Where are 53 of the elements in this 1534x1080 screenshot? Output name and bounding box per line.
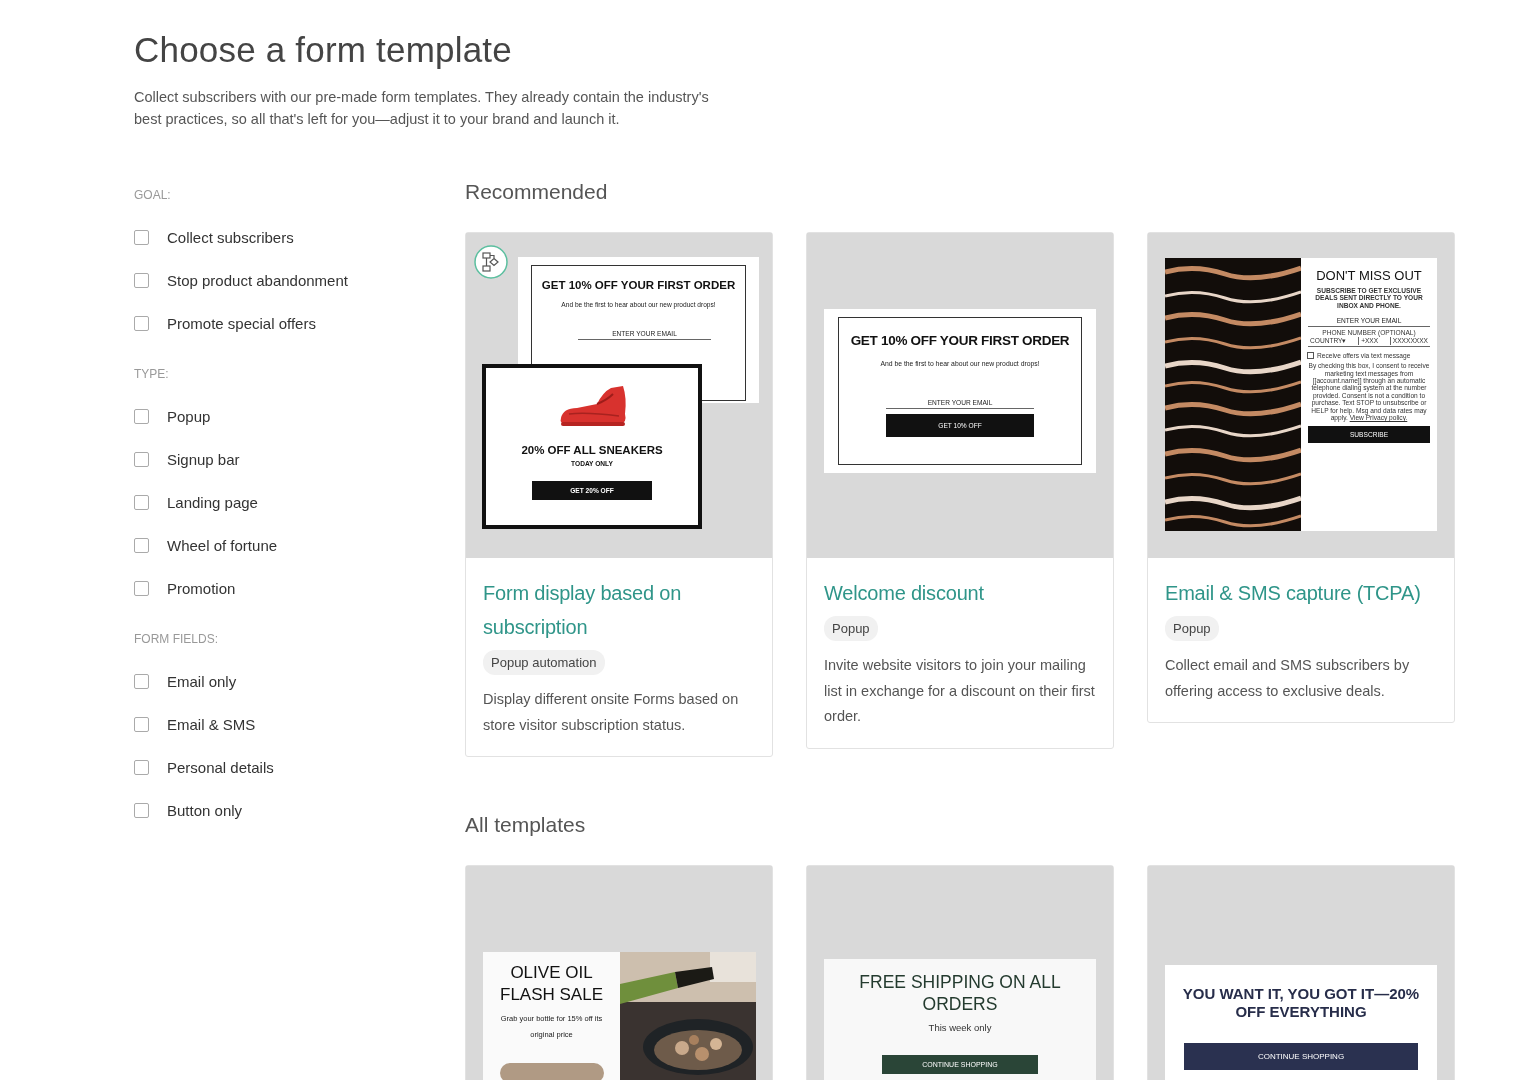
checkbox-label[interactable]: Landing page (167, 494, 258, 511)
section-title: All templates (465, 813, 587, 837)
checkbox-label[interactable]: Email & SMS (167, 716, 256, 733)
checkbox[interactable] (134, 760, 149, 775)
section-title: Recommended (465, 180, 609, 204)
cta-button: CONTINUE SHOPPING (1184, 1043, 1418, 1070)
checkbox-label[interactable]: Personal details (167, 759, 274, 776)
template-title[interactable]: Welcome discount (824, 576, 1096, 610)
checkbox[interactable] (134, 538, 149, 553)
checkbox[interactable] (134, 495, 149, 510)
template-title[interactable]: Email & SMS capture (TCPA) (1165, 576, 1437, 610)
form-heading: GET 10% OFF YOUR FIRST ORDER (850, 333, 1070, 348)
checkbox[interactable] (134, 452, 149, 467)
checkbox[interactable] (134, 409, 149, 424)
checkbox-label[interactable]: Promote special offers (167, 315, 316, 332)
form-heading: YOU WANT IT, YOU GOT IT—20% OFF EVERYTHING (1181, 985, 1421, 1021)
filter-heading: TYPE: (134, 367, 170, 381)
form-heading: DON'T MISS OUT (1316, 268, 1422, 283)
checkbox[interactable] (134, 230, 149, 245)
page-title: Choose a form template (134, 30, 513, 70)
category-tag: Popup (1165, 616, 1219, 641)
form-heading: OLIVE OIL FLASH SALE (499, 962, 604, 1006)
checkbox-label[interactable]: Collect subscribers (167, 229, 294, 246)
category-tag: Popup automation (483, 650, 605, 675)
checkbox-label[interactable]: Email only (167, 673, 237, 690)
form-heading: FREE SHIPPING ON ALL ORDERS (858, 971, 1062, 1015)
template-description: Display different onsite Forms based on store visitor subscription status. (483, 690, 740, 735)
checkbox[interactable] (134, 316, 149, 331)
checkbox-label[interactable]: Wheel of fortune (167, 537, 278, 554)
form-heading: GET 10% OFF YOUR FIRST ORDER (540, 279, 737, 291)
checkbox[interactable] (134, 803, 149, 818)
form-heading: 20% OFF ALL SNEAKERS (521, 444, 663, 456)
checkbox-label[interactable]: Signup bar (167, 451, 240, 468)
filter-heading: FORM FIELDS: (134, 632, 219, 646)
checkbox-label[interactable]: Stop product abandonment (167, 272, 348, 289)
checkbox[interactable] (134, 581, 149, 596)
template-card[interactable] (465, 232, 773, 757)
checkbox-label[interactable]: Promotion (167, 580, 236, 597)
checkbox[interactable] (134, 717, 149, 732)
template-card[interactable] (1147, 232, 1455, 723)
template-title[interactable]: Form display based on subscription (483, 576, 755, 644)
checkbox-label[interactable]: Popup (167, 408, 211, 425)
checkbox[interactable] (134, 273, 149, 288)
category-tag: Popup (824, 616, 878, 641)
template-card[interactable]: YOU WANT IT, YOU GOT IT—20% OFF EVERYTHING CONTINUE SHOPPING (1147, 865, 1455, 1080)
checkbox[interactable] (134, 674, 149, 689)
page-description: Collect subscribers with our pre-made form templates. They already contain the industry's best practices, so all that's left for you—adjust it to your brand and launch it. (134, 88, 710, 129)
form-subtext: This week only (928, 1022, 992, 1033)
template-description: Collect email and SMS subscribers by offering access to exclusive deals. (1165, 656, 1411, 701)
filter-heading: GOAL: (134, 188, 172, 202)
template-description: Invite website visitors to join your mailing list in exchange for a discount on their first order. (824, 656, 1096, 726)
template-card[interactable] (806, 232, 1114, 749)
checkbox-label[interactable]: Button only (167, 802, 243, 819)
